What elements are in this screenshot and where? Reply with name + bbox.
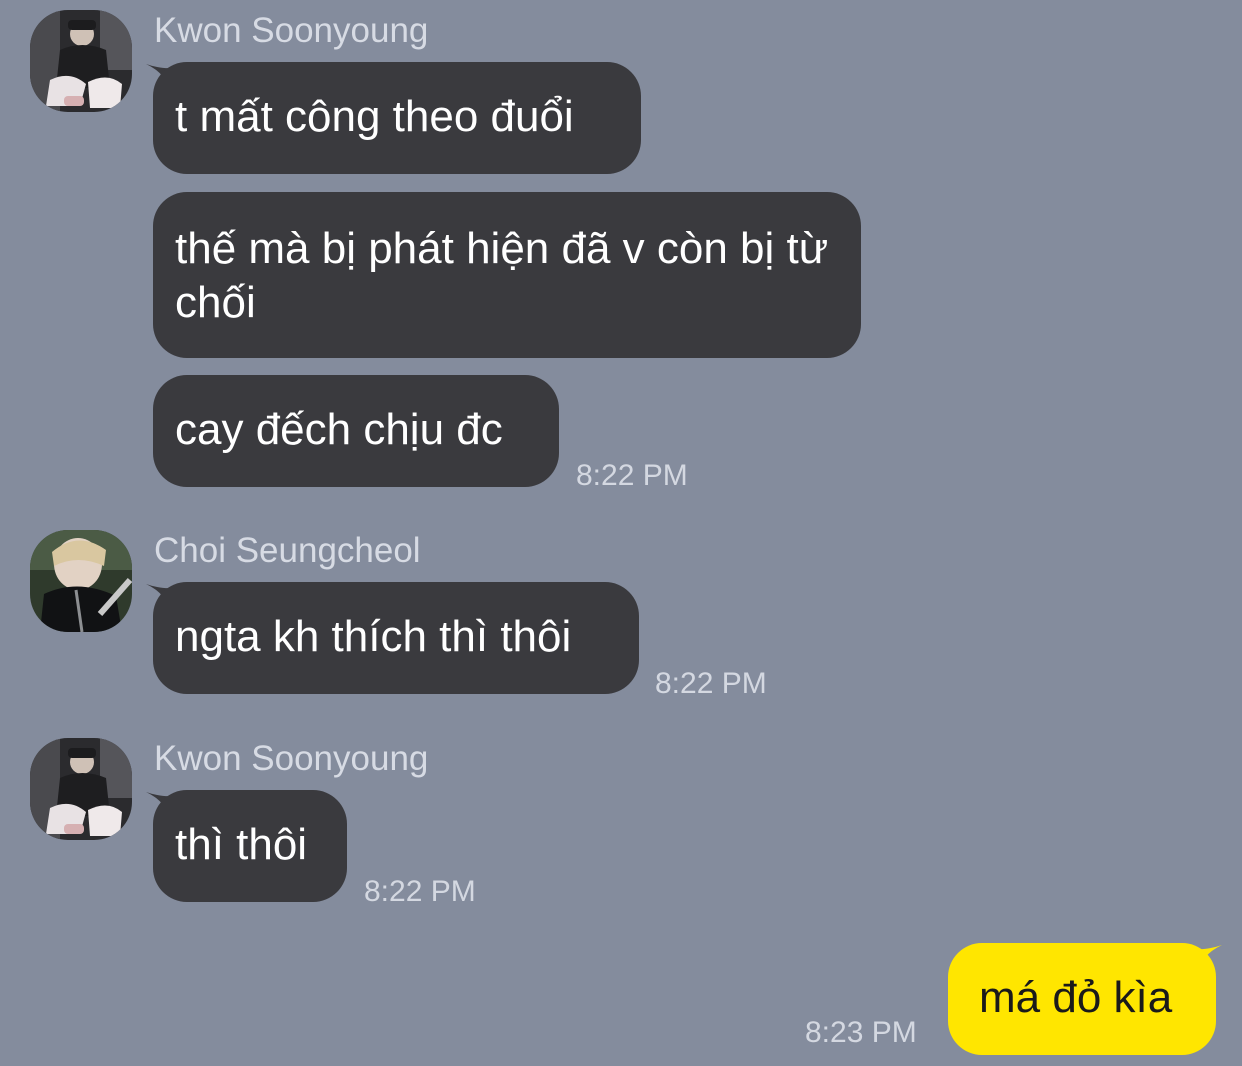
avatar-kwon-soonyoung[interactable] — [30, 738, 132, 840]
sender-name: Choi Seungcheol — [154, 531, 421, 570]
profile-photo-icon — [30, 738, 132, 840]
message-timestamp: 8:23 PM — [805, 1016, 917, 1049]
message-timestamp: 8:22 PM — [655, 667, 767, 700]
profile-photo-icon — [30, 530, 132, 632]
avatar-kwon-soonyoung[interactable] — [30, 10, 132, 112]
sender-name: Kwon Soonyoung — [154, 739, 429, 778]
message-bubble[interactable]: thì thôi — [153, 790, 347, 902]
message-bubble[interactable]: ngta kh thích thì thôi — [153, 582, 639, 694]
message-bubble[interactable]: cay đếch chịu đc — [153, 375, 559, 487]
message-bubble-outgoing[interactable]: má đỏ kìa — [948, 943, 1216, 1055]
message-bubble[interactable]: t mất công theo đuổi — [153, 62, 641, 174]
message-bubble[interactable]: thế mà bị phát hiện đã v còn bị từ chối — [153, 192, 861, 358]
message-timestamp: 8:22 PM — [364, 875, 476, 908]
avatar-choi-seungcheol[interactable] — [30, 530, 132, 632]
sender-name: Kwon Soonyoung — [154, 11, 429, 50]
message-timestamp: 8:22 PM — [576, 459, 688, 492]
profile-photo-icon — [30, 10, 132, 112]
chat-area[interactable]: Kwon Soonyoung t mất công theo đuổi thế … — [0, 0, 1242, 1066]
